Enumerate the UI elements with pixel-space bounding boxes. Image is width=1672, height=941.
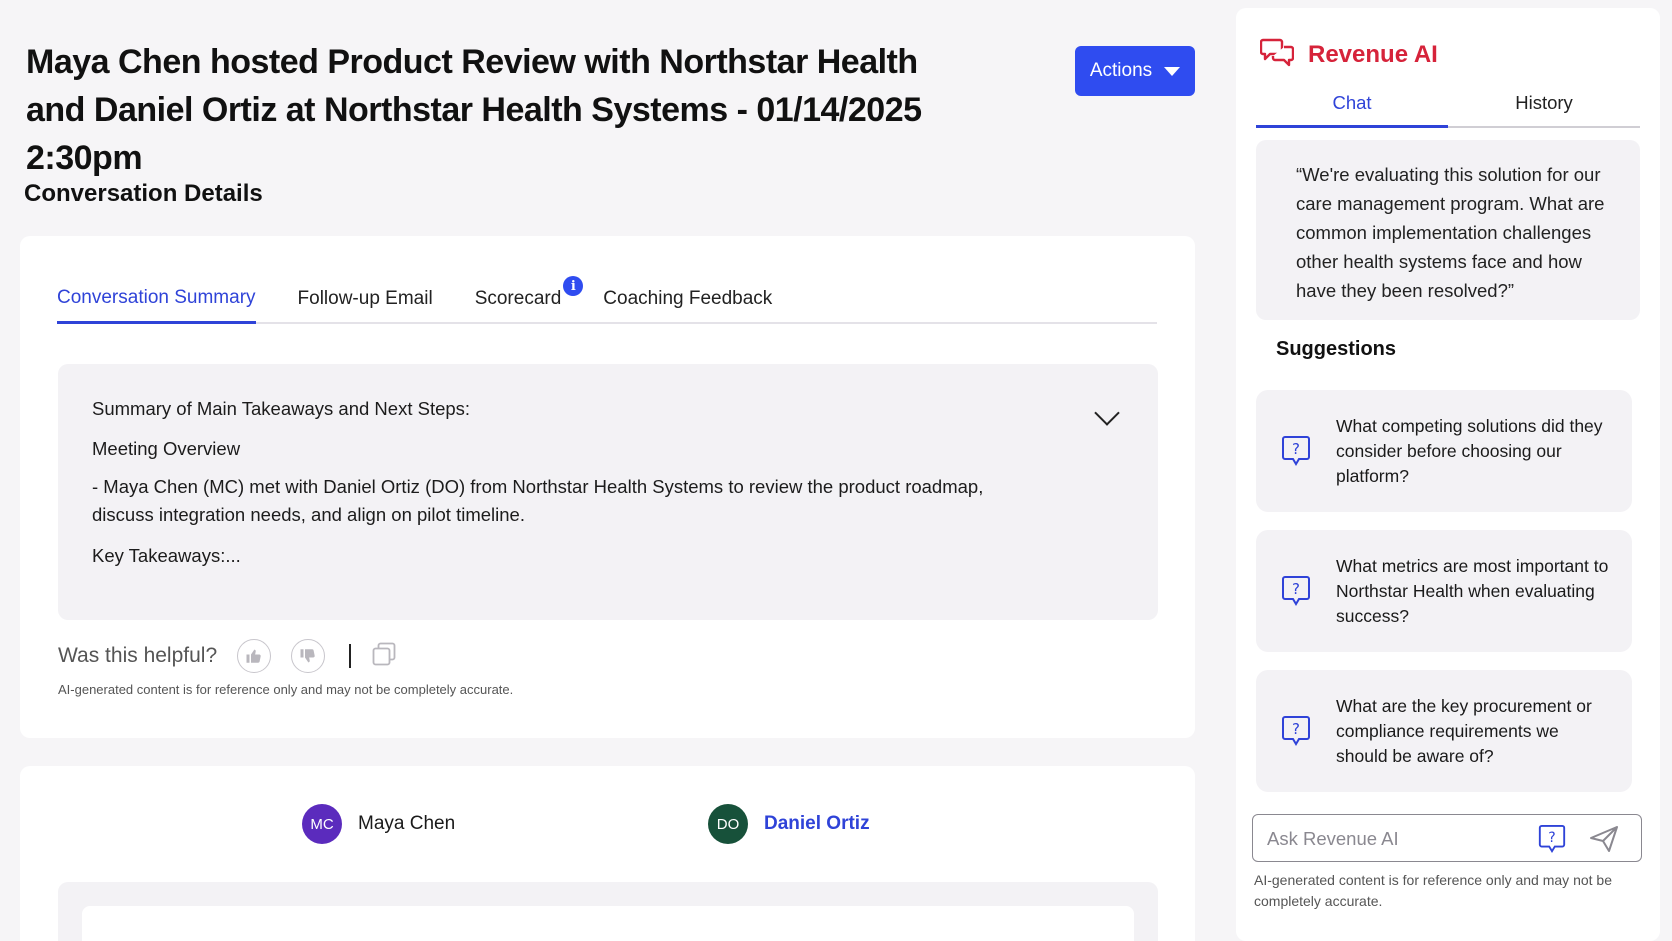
- tab-label: Chat: [1332, 92, 1372, 113]
- question-bubble-icon: ?: [1256, 575, 1336, 607]
- tab-label: Follow-up Email: [297, 288, 433, 309]
- user-question-bubble: “We're evaluating this solution for our …: [1256, 140, 1640, 320]
- question-bubble-icon: ?: [1256, 715, 1336, 747]
- helpful-question: Was this helpful?: [58, 644, 218, 667]
- participant-name: Maya Chen: [358, 813, 456, 834]
- svg-text:?: ?: [1548, 830, 1555, 846]
- avatar: MC: [302, 804, 342, 844]
- tab-scorecard[interactable]: Scorecard i: [474, 276, 584, 322]
- overview-text-line-1: - Maya Chen (MC) met with Daniel Ortiz (…: [92, 476, 984, 497]
- suggestion-item[interactable]: ? What competing solutions did they cons…: [1256, 390, 1632, 512]
- copy-icon[interactable]: [371, 641, 397, 672]
- sidebar-tabs: Chat History: [1256, 86, 1640, 128]
- ai-disclaimer: AI-generated content is for reference on…: [1254, 872, 1612, 909]
- section-title: Conversation Details: [24, 180, 263, 207]
- svg-text:?: ?: [1292, 580, 1300, 598]
- tab-coaching-feedback[interactable]: Coaching Feedback: [603, 288, 772, 322]
- conversation-tabs: Conversation Summary Follow-up Email Sco…: [57, 274, 1157, 324]
- tab-follow-up-email[interactable]: Follow-up Email: [298, 288, 433, 322]
- question-bubble-icon: ?: [1256, 435, 1336, 467]
- svg-text:?: ?: [1292, 440, 1300, 458]
- chat-bubbles-icon: [1259, 36, 1295, 73]
- participants-card: MC Maya Chen DO Daniel Ortiz: [20, 766, 1195, 941]
- transcript-panel: [58, 882, 1158, 941]
- tab-label: Coaching Feedback: [603, 288, 773, 309]
- suggestions-title: Suggestions: [1276, 338, 1397, 360]
- tab-label: Scorecard: [474, 288, 562, 309]
- chevron-down-icon[interactable]: [1094, 400, 1120, 426]
- revenue-ai-sidebar: Revenue AI Chat History “We're evaluatin…: [1236, 8, 1660, 941]
- thumbs-down-icon[interactable]: [291, 639, 326, 673]
- suggestion-text: What are the key procurement or complian…: [1336, 695, 1592, 766]
- participant-daniel-ortiz[interactable]: DO Daniel Ortiz: [708, 804, 870, 844]
- main-content: Maya Chen hosted Product Review with Nor…: [0, 0, 1220, 941]
- send-icon[interactable]: [1589, 825, 1619, 858]
- ask-revenue-ai-field[interactable]: ?: [1252, 814, 1642, 862]
- actions-button-label: Actions: [1089, 60, 1153, 81]
- suggestion-item[interactable]: ? What are the key procurement or compli…: [1256, 670, 1632, 792]
- caret-down-icon: [1164, 66, 1181, 76]
- meeting-overview-label: Meeting Overview: [92, 438, 241, 459]
- conversation-details-card: Conversation Summary Follow-up Email Sco…: [20, 236, 1195, 738]
- feedback-row: Was this helpful?: [58, 636, 397, 676]
- sidebar-header: Revenue AI: [1259, 36, 1438, 73]
- summary-heading: Summary of Main Takeaways and Next Steps…: [92, 398, 471, 419]
- tab-history[interactable]: History: [1448, 86, 1640, 126]
- svg-text:?: ?: [1292, 720, 1300, 738]
- avatar: DO: [708, 804, 748, 844]
- ask-input[interactable]: [1267, 825, 1527, 853]
- transcript-content: [82, 906, 1134, 941]
- tab-conversation-summary[interactable]: Conversation Summary: [57, 287, 256, 324]
- participant-maya-chen[interactable]: MC Maya Chen: [302, 804, 455, 844]
- suggestion-text: What metrics are most important to North…: [1336, 555, 1609, 626]
- page-title-line-2: and Daniel Ortiz at Northstar Health Sys…: [26, 91, 922, 177]
- tab-label: History: [1515, 92, 1573, 113]
- ai-disclaimer: AI-generated content is for reference on…: [58, 682, 514, 697]
- suggestion-text: What competing solutions did they consid…: [1336, 415, 1603, 486]
- summary-panel: Summary of Main Takeaways and Next Steps…: [58, 364, 1158, 620]
- tab-label: Conversation Summary: [57, 287, 256, 308]
- page-title: Maya Chen hosted Product Review with Nor…: [26, 38, 1036, 182]
- thumbs-up-icon[interactable]: [237, 639, 272, 673]
- question-bubble-icon[interactable]: ?: [1537, 824, 1567, 859]
- key-takeaways: Key Takeaways:...: [92, 545, 241, 566]
- participant-name: Daniel Ortiz: [764, 813, 870, 834]
- page-title-line-1: Maya Chen hosted Product Review with Nor…: [26, 43, 918, 81]
- tab-chat[interactable]: Chat: [1256, 86, 1448, 128]
- suggestion-item[interactable]: ? What metrics are most important to Nor…: [1256, 530, 1632, 652]
- actions-button[interactable]: Actions: [1075, 46, 1195, 96]
- overview-text-line-2: discuss integration needs, and align on …: [92, 504, 525, 525]
- divider: [349, 644, 352, 668]
- sidebar-title: Revenue AI: [1308, 40, 1438, 68]
- info-icon[interactable]: i: [563, 276, 584, 296]
